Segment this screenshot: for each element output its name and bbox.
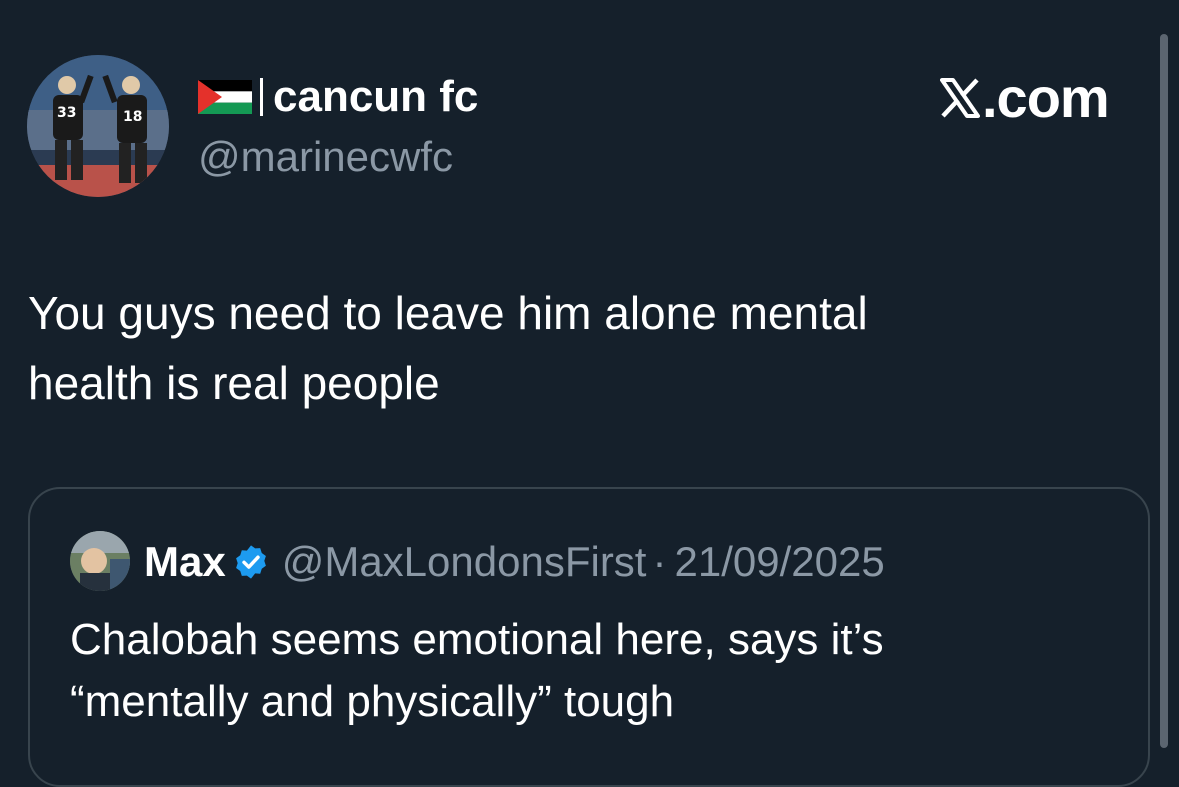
brand-domain-text: .com: [982, 66, 1110, 129]
quote-author-name[interactable]: Max: [144, 535, 226, 589]
author-name-row[interactable]: cancun fc: [198, 72, 478, 122]
quote-line: Chalobah seems emotional here, says it’s: [70, 615, 884, 664]
quote-body: Chalobah seems emotional here, says it’s…: [70, 609, 1130, 733]
tweet-body: You guys need to leave him alone mental …: [28, 278, 1128, 418]
quote-header: Max @MaxLondonsFirst · 21/09/2025: [144, 535, 885, 589]
svg-text:18: 18: [123, 109, 142, 125]
author-display-name: cancun fc: [273, 72, 479, 121]
scrollbar[interactable]: [1160, 34, 1168, 748]
x-logo-icon: [940, 78, 980, 118]
verified-badge-icon: [235, 545, 266, 579]
quote-line: “mentally and physically” tough: [70, 677, 675, 726]
name-separator-bar: [260, 78, 263, 116]
x-com-brand: .com: [940, 66, 1110, 129]
svg-text:33: 33: [57, 105, 76, 121]
author-handle[interactable]: @marinecwfc: [198, 132, 453, 182]
meta-separator: ·: [652, 538, 667, 585]
quote-date[interactable]: 21/09/2025: [674, 535, 884, 589]
quote-author-avatar[interactable]: [70, 531, 130, 591]
tweet-line: health is real people: [28, 357, 440, 409]
tweet-screenshot: 33 18 cancun fc @marinecwfc .com You guy…: [0, 0, 1179, 787]
quote-author-handle[interactable]: @MaxLondonsFirst: [282, 535, 647, 589]
quoted-tweet-card[interactable]: Max @MaxLondonsFirst · 21/09/2025 Chalob…: [28, 487, 1150, 787]
tweet-line: You guys need to leave him alone mental: [28, 287, 868, 339]
palestine-flag-icon: [198, 80, 252, 114]
author-avatar[interactable]: 33 18: [27, 55, 169, 197]
